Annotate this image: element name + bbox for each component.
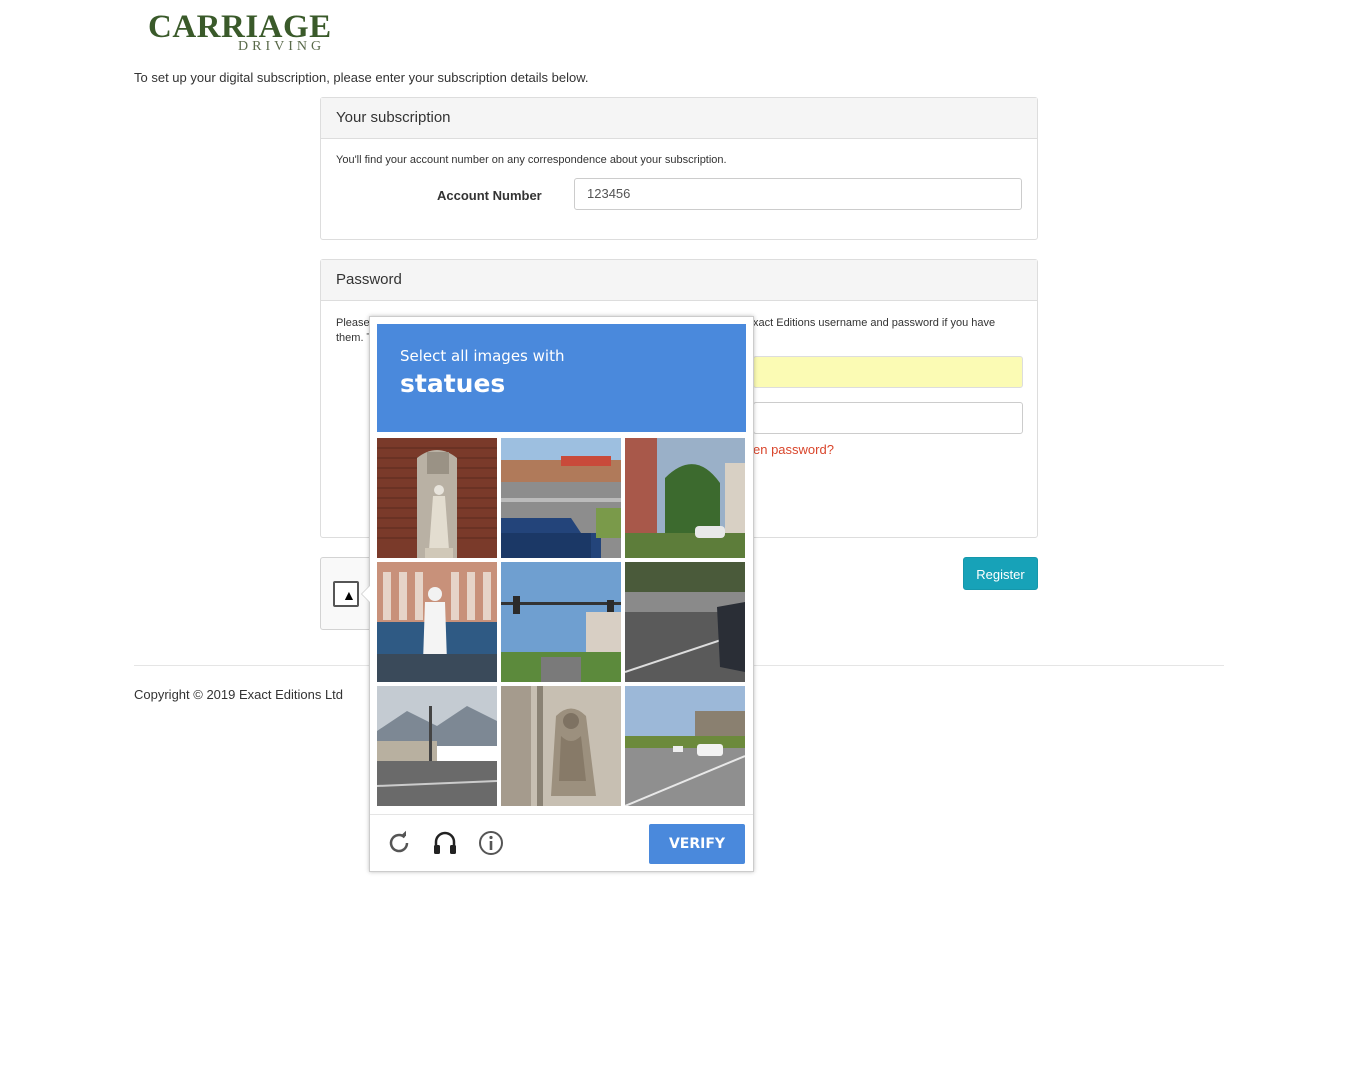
password-input[interactable] [753,402,1023,434]
subscription-panel-body: You'll find your account number on any c… [321,139,1037,210]
register-button[interactable]: Register [963,557,1038,590]
captcha-challenge-popup: Select all images with statues VERIFY [361,316,754,872]
brand-logo[interactable]: CARRIAGE DRIVING [148,10,331,56]
info-icon[interactable] [477,829,505,857]
captcha-tile-house-street[interactable] [625,438,745,558]
subscription-panel-title: Your subscription [321,98,1037,139]
captcha-tile-stone-relief-statue[interactable] [501,686,621,806]
captcha-controls: VERIFY [370,814,753,872]
verify-button[interactable]: VERIFY [649,824,745,864]
reload-icon[interactable] [385,829,413,857]
intro-text: To set up your digital subscription, ple… [134,70,589,85]
captcha-tile-road-car[interactable] [625,562,745,682]
brand-subname: DRIVING [238,39,326,54]
captcha-tile-pickup-truck-street[interactable] [501,438,621,558]
captcha-instruction-banner: Select all images with statues [377,324,746,432]
password-instructions-right: xact Editions username and password if y… [753,317,996,329]
captcha-tile-intersection-mountains[interactable] [377,686,497,806]
captcha-image-grid [377,438,747,808]
subscription-panel: Your subscription You'll find your accou… [320,97,1038,240]
account-number-input[interactable]: 123456 [574,178,1022,210]
account-hint: You'll find your account number on any c… [336,154,727,166]
password-panel-title: Password [321,260,1037,301]
audio-challenge-icon[interactable] [431,829,459,857]
username-input[interactable] [753,356,1023,388]
captcha-tile-road-suv[interactable] [625,686,745,806]
captcha-tile-statue-niche[interactable] [377,438,497,558]
recaptcha-checkbox[interactable]: ▲ [333,581,359,607]
forgotten-password-link[interactable]: en password? [753,442,834,457]
captcha-tile-white-statue-balustrade[interactable] [377,562,497,682]
copyright-text: Copyright © 2019 Exact Editions Ltd [134,687,344,702]
captcha-target: statues [400,369,506,398]
captcha-tile-traffic-light-street[interactable] [501,562,621,682]
popup-pointer [361,585,370,603]
mouse-cursor-icon: ▲ [342,587,356,603]
account-number-label: Account Number [437,188,542,203]
captcha-prompt: Select all images with [400,347,565,365]
